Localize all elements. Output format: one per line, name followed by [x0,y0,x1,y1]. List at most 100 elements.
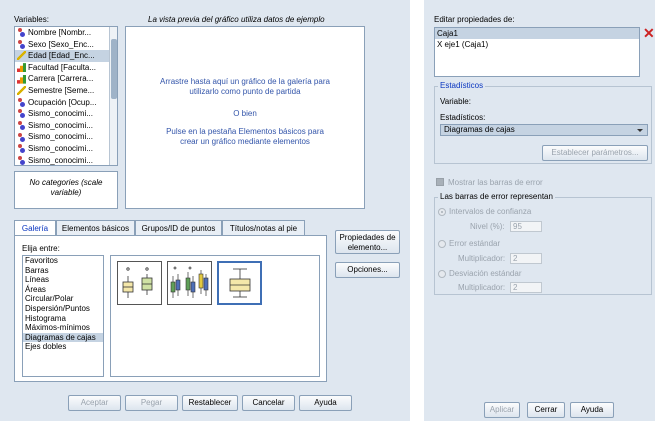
variables-label: Variables: [14,15,49,24]
variable-item[interactable]: Carrera [Carrera... [15,73,117,85]
chart-type-item[interactable]: Barras [23,266,103,276]
variable-item[interactable]: Nombre [Nombr... [15,27,117,39]
preview-note: La vista previa del gráfico utiliza dato… [148,15,325,24]
chart-type-item[interactable]: Histograma [23,314,103,324]
cancel-button[interactable]: Cancelar [242,395,295,411]
delete-icon[interactable]: ✕ [643,26,655,40]
close-button[interactable]: Cerrar [527,402,565,418]
chart-type-item[interactable]: Dispersión/Puntos [23,304,103,314]
std-dev-radio[interactable] [438,270,446,278]
canvas-hint-line1: Arrastre hasta aquí un gráfico de la gal… [160,77,330,86]
variable-label: Variable: [440,97,471,106]
chart-type-item[interactable]: Líneas [23,275,103,285]
conf-intervals-label: Intervalos de confianza [449,207,532,216]
prop-item-x-axis[interactable]: X eje1 (Caja1) [435,39,639,50]
chart-builder-panel: Variables: La vista previa del gráfico u… [0,0,410,421]
element-properties-panel: Editar propiedades de: Caja1 X eje1 (Caj… [424,0,655,421]
prop-item-caja1[interactable]: Caja1 [435,28,639,39]
nominal-icon [17,121,26,131]
no-categories-note: No categories (scale variable) [14,171,118,209]
tab-groups-point-id[interactable]: Grupos/ID de puntos [135,220,222,236]
chart-canvas[interactable]: Arrastre hasta aquí un gráfico de la gal… [125,26,365,209]
std-error-label: Error estándar [449,239,501,248]
level-input[interactable]: 95 [510,221,542,232]
nominal-icon [17,39,26,49]
simple-boxplot-thumb[interactable] [117,261,162,305]
variable-label: Carrera [Carrera... [28,74,94,84]
chart-type-item[interactable]: Circular/Polar [23,294,103,304]
variable-label: Nombre [Nombr... [28,28,92,37]
chart-type-item[interactable]: Diagramas de cajas [23,332,103,343]
edit-properties-list[interactable]: Caja1 X eje1 (Caja1) [434,27,640,77]
clustered-boxplot-thumb[interactable] [167,261,212,305]
accept-button[interactable]: Aceptar [68,395,121,411]
show-error-bars-label: Mostrar las barras de error [448,178,543,187]
chevron-down-icon [637,129,643,132]
variables-scrollbar[interactable] [109,27,117,165]
std-dev-label: Desviación estándar [449,269,522,278]
choose-from-label: Elija entre: [22,244,60,253]
options-button[interactable]: Opciones... [335,262,400,278]
nominal-icon [17,28,26,38]
multiplier1-input[interactable]: 2 [510,253,542,264]
multiplier2-label: Multiplicador: [458,283,506,292]
multiplier1-label: Multiplicador: [458,254,506,263]
chart-gallery[interactable] [110,255,320,377]
variable-label: Sismo_conocimi... [28,109,93,119]
error-bars-legend: Las barras de error representan [438,192,555,201]
one-d-boxplot-thumb[interactable] [217,261,262,305]
variable-label: Sismo_conocimi... [28,132,93,142]
variable-label: Sismo_conocimi... [28,155,93,165]
gallery-tabs: Galería Elementos básicos Grupos/ID de p… [14,220,329,237]
variable-label: Ocupación [Ocup... [28,97,97,107]
variable-item[interactable]: Facultad [Faculta... [15,62,117,74]
set-parameters-button[interactable]: Establecer parámetros... [542,145,648,161]
element-properties-button[interactable]: Propiedades de elemento... [335,230,400,254]
apply-button[interactable]: Aplicar [484,402,520,418]
variable-item[interactable]: Semestre [Seme... [15,85,117,97]
canvas-hint-line4: Pulse en la pestaña Elementos básicos pa… [166,127,324,136]
variables-list[interactable]: Nombre [Nombr... Sexo [Sexo_Enc... Edad [E… [14,26,118,166]
variable-item[interactable]: Sismo_conocimi... [15,143,117,155]
scale-icon [17,86,26,96]
canvas-hint-or: O bien [233,109,257,118]
ordinal-icon [17,63,26,73]
chart-type-item[interactable]: Máximos-mínimos [23,323,103,333]
statistics-legend: Estadísticos [438,81,486,90]
variable-label: Sismo_conocimi... [28,120,93,130]
variable-item[interactable]: Sismo_conocimi... [15,108,117,120]
tab-basic-elements[interactable]: Elementos básicos [56,220,135,236]
multiplier2-input[interactable]: 2 [510,282,542,293]
paste-button[interactable]: Pegar [125,395,178,411]
tab-titles-footnotes[interactable]: Títulos/notas al pie [222,220,305,236]
chart-type-item[interactable]: Áreas [23,285,103,295]
std-error-radio[interactable] [438,240,446,248]
edit-properties-label: Editar propiedades de: [434,15,515,24]
chart-type-item[interactable]: Favoritos [23,256,103,266]
show-error-bars-checkbox[interactable] [436,178,444,186]
ordinal-icon [17,74,26,84]
conf-intervals-radio[interactable] [438,208,446,216]
variable-item[interactable]: Sismo_conocimi... [15,155,117,165]
nominal-icon [17,132,26,142]
variable-label: Semestre [Seme... [28,85,95,95]
statistics-select-value: Diagramas de cajas [444,125,515,134]
variable-label: Edad [Edad_Enc... [28,51,95,61]
nominal-icon [17,97,26,107]
variable-label: Facultad [Faculta... [28,62,97,72]
reset-button[interactable]: Restablecer [182,395,238,411]
variable-item[interactable]: Edad [Edad_Enc... [15,50,117,62]
variable-item[interactable]: Sexo [Sexo_Enc... [15,39,117,51]
canvas-hint-line2: utilizarlo como punto de partida [189,87,301,96]
help-button-right[interactable]: Ayuda [570,402,614,418]
variable-item[interactable]: Ocupación [Ocup... [15,97,117,109]
canvas-hint-line5: crear un gráfico mediante elementos [180,137,310,146]
variable-item[interactable]: Sismo_conocimi... [15,120,117,132]
chart-type-list[interactable]: Favoritos Barras Líneas Áreas Circular/Polar… [22,255,104,377]
chart-type-item[interactable]: Ejes dobles [23,342,103,352]
variable-item[interactable]: Sismo_conocimi... [15,131,117,143]
statistics-label: Estadísticos: [440,113,486,122]
statistics-select[interactable]: Diagramas de cajas [440,124,648,136]
help-button[interactable]: Ayuda [299,395,352,411]
variable-label: Sexo [Sexo_Enc... [28,39,94,49]
